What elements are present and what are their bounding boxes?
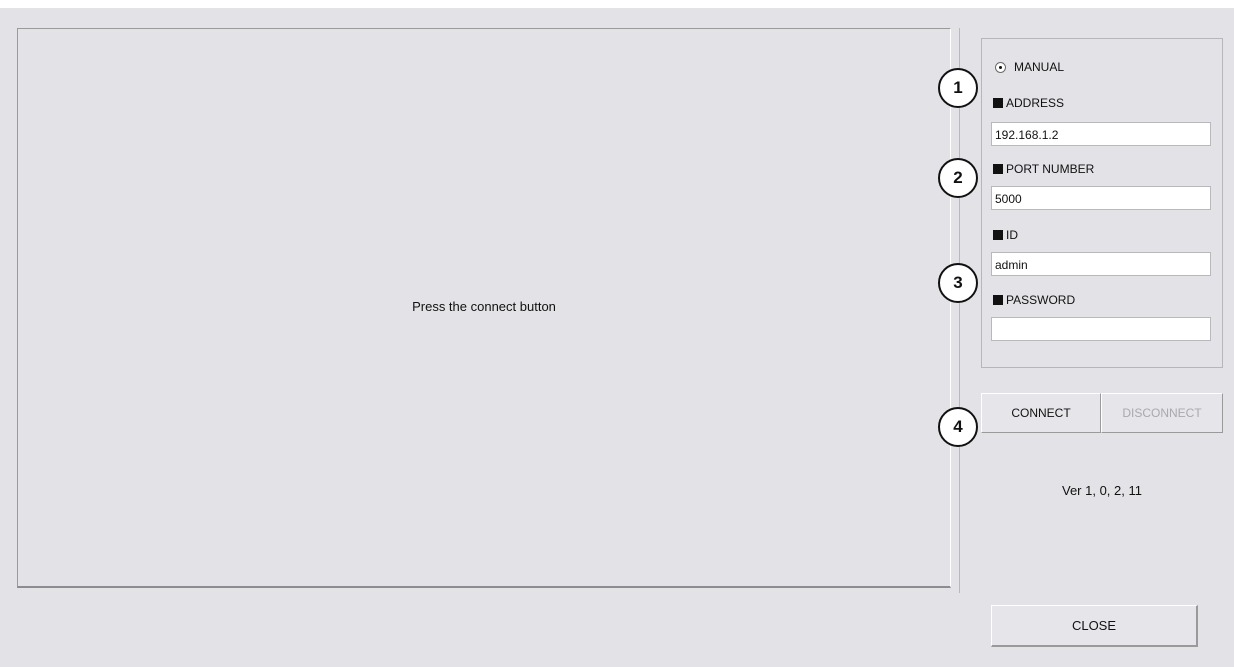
id-label-text: ID — [1006, 228, 1018, 242]
version-label: Ver 1, 0, 2, 11 — [1062, 483, 1142, 498]
callout-marker-4: 4 — [938, 407, 978, 447]
disconnect-button[interactable]: DISCONNECT — [1101, 393, 1223, 433]
manual-radio-option[interactable]: MANUAL — [995, 60, 1064, 74]
port-label: PORT NUMBER — [993, 162, 1094, 176]
video-panel: Press the connect button — [17, 28, 951, 588]
id-label: ID — [993, 228, 1018, 242]
radio-selected-icon[interactable] — [995, 61, 1006, 73]
password-field[interactable] — [991, 317, 1211, 341]
square-bullet-icon — [993, 230, 1003, 240]
close-button[interactable]: CLOSE — [991, 605, 1198, 647]
callout-marker-1: 1 — [938, 68, 978, 108]
password-label: PASSWORD — [993, 293, 1075, 307]
address-field[interactable]: 192.168.1.2 — [991, 122, 1211, 146]
panel-separator — [959, 28, 960, 593]
connect-button[interactable]: CONNECT — [981, 393, 1101, 433]
top-strip — [0, 0, 1234, 8]
square-bullet-icon — [993, 164, 1003, 174]
callout-marker-2: 2 — [938, 158, 978, 198]
id-field[interactable]: admin — [991, 252, 1211, 276]
video-status-message: Press the connect button — [412, 299, 556, 314]
port-label-text: PORT NUMBER — [1006, 162, 1095, 176]
square-bullet-icon — [993, 98, 1003, 108]
port-number-field[interactable]: 5000 — [991, 186, 1211, 210]
callout-marker-3: 3 — [938, 263, 978, 303]
address-label-text: ADDRESS — [1006, 96, 1065, 110]
manual-radio-label: MANUAL — [1014, 60, 1065, 74]
address-label: ADDRESS — [993, 96, 1064, 110]
square-bullet-icon — [993, 295, 1003, 305]
password-label-text: PASSWORD — [1006, 293, 1076, 307]
